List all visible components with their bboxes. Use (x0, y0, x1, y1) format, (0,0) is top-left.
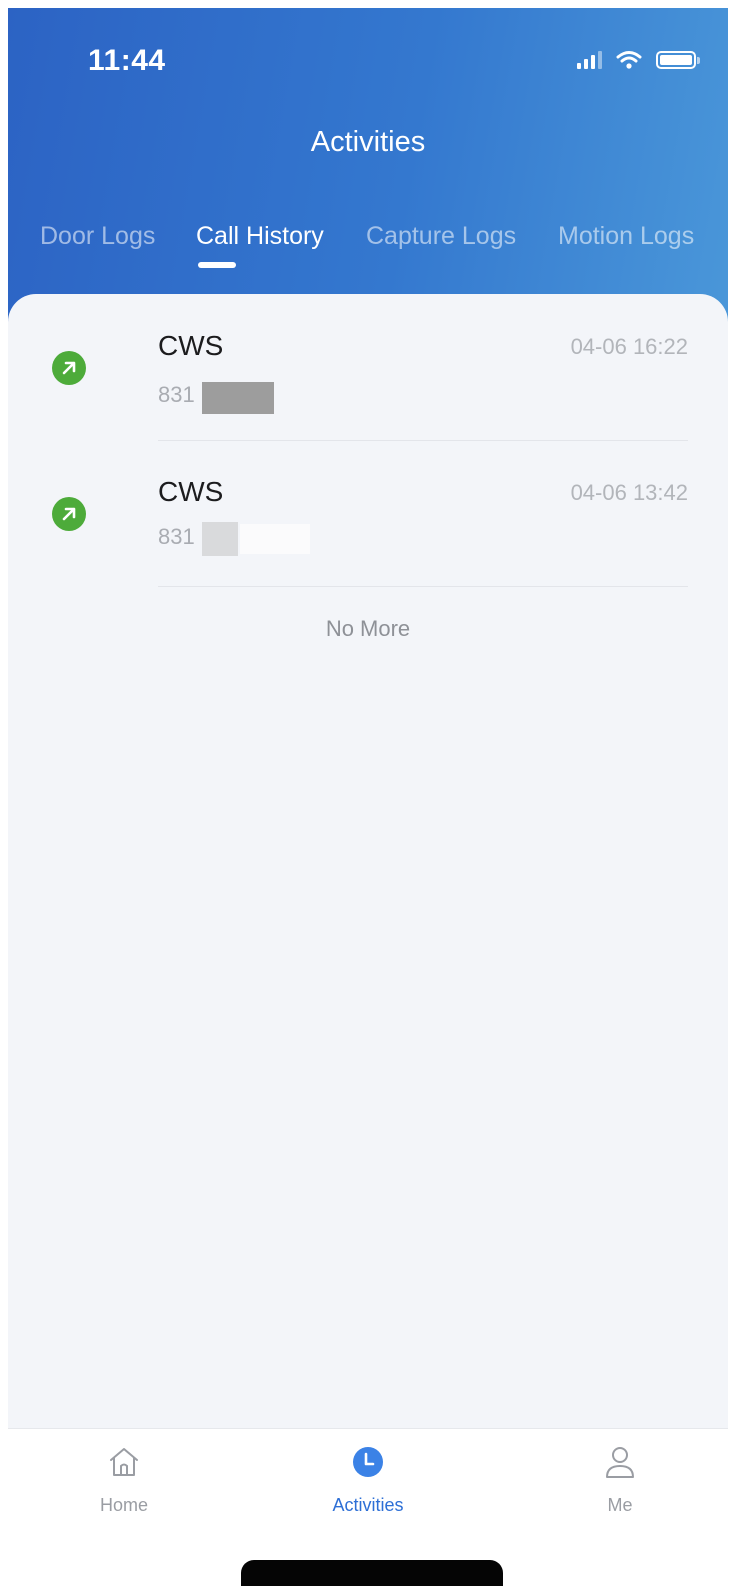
nav-home-label: Home (99, 1495, 148, 1515)
list-item[interactable]: CWS 831 04-06 13:42 (8, 440, 728, 587)
bottom-tab-bar: Home Activities Me (8, 1428, 728, 1538)
caller-number: 831 (158, 382, 195, 407)
header: 11:44 Activities Door Logs Call History … (8, 8, 728, 338)
outgoing-call-icon (52, 497, 86, 531)
status-time: 11:44 (88, 44, 166, 77)
home-icon (110, 1448, 138, 1476)
call-history-list[interactable]: CWS 831 04-06 16:22 CWS 831 04-06 13:42 … (8, 294, 728, 1428)
caller-name: CWS (158, 330, 224, 361)
redaction-mask (202, 382, 274, 414)
tab-call-history[interactable]: Call History (196, 222, 324, 251)
list-end-label: No More (325, 616, 411, 641)
wifi-icon (616, 51, 642, 69)
nav-activities-label: Activities (332, 1495, 404, 1515)
tab-capture-logs[interactable]: Capture Logs (366, 222, 516, 251)
caller-number: 831 (158, 524, 195, 549)
signal-icon (577, 51, 602, 69)
tab-motion-logs[interactable]: Motion Logs (558, 222, 694, 251)
tab-door-logs[interactable]: Door Logs (40, 222, 155, 251)
nav-me[interactable]: Me (540, 1429, 700, 1539)
caller-name: CWS (158, 476, 224, 507)
list-item[interactable]: CWS 831 04-06 16:22 (8, 294, 728, 441)
redaction-mask (202, 522, 238, 556)
outgoing-call-icon (52, 351, 86, 385)
person-icon (606, 1447, 634, 1478)
battery-icon (656, 51, 700, 69)
redaction-mask (240, 524, 310, 554)
call-time: 04-06 13:42 (570, 480, 688, 505)
call-time: 04-06 16:22 (570, 334, 688, 359)
page-title: Activities (310, 126, 426, 158)
nav-home[interactable]: Home (44, 1429, 204, 1539)
status-icons (577, 50, 700, 70)
clock-icon (353, 1447, 383, 1477)
home-indicator (241, 1560, 503, 1586)
tab-bar: Door Logs Call History Capture Logs Moti… (8, 222, 728, 282)
status-bar: 11:44 (8, 8, 728, 108)
nav-activities[interactable]: Activities (288, 1429, 448, 1539)
divider (158, 586, 688, 587)
active-tab-indicator (198, 262, 236, 268)
nav-me-label: Me (607, 1495, 633, 1515)
